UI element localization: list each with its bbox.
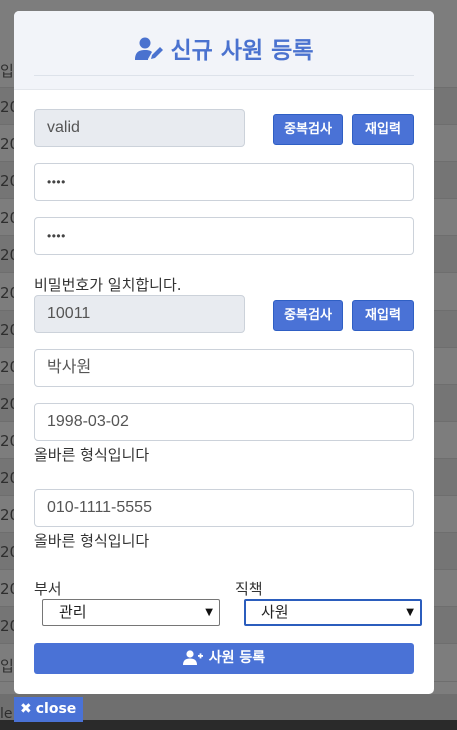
background-cell: 입: [0, 62, 14, 80]
chevron-down-icon: ▼: [406, 607, 414, 618]
background-cell: 20: [0, 283, 14, 302]
register-employee-button-label: 사원 등록: [208, 650, 266, 666]
background-cell: 20: [0, 469, 14, 487]
password-match-message: 비밀번호가 일치합니다.: [34, 276, 182, 294]
id-check-duplicate-button[interactable]: 중복검사: [273, 114, 343, 145]
register-employee-modal: 신규 사원 등록 valid 중복검사 재입력 •••• •••• 비밀번호가 …: [14, 11, 434, 694]
id-input[interactable]: valid: [34, 109, 245, 147]
background-cell: 입: [0, 656, 14, 675]
modal-title: 신규 사원 등록: [14, 31, 434, 67]
position-label: 직책: [235, 580, 263, 598]
user-plus-icon: [182, 650, 203, 665]
employee-number-input[interactable]: 10011: [34, 295, 245, 333]
background-cell: 20: [0, 209, 14, 228]
background-cell: 20: [0, 135, 14, 154]
modal-header: 신규 사원 등록: [14, 11, 434, 89]
department-label: 부서: [34, 580, 62, 598]
background-cell: 20: [0, 431, 14, 450]
phone-valid-message: 올바른 형식입니다: [34, 532, 150, 550]
birth-date-valid-message: 올바른 형식입니다: [34, 446, 150, 464]
position-select[interactable]: 사원 ▼: [244, 599, 422, 626]
header-divider: [34, 75, 414, 76]
department-selected-value: 관리: [59, 603, 87, 621]
background-cell: 20: [0, 357, 14, 376]
background-cell: 20: [0, 98, 14, 116]
close-icon: ✖: [20, 701, 32, 717]
background-cell: 20: [0, 394, 14, 413]
employee-number-check-duplicate-button[interactable]: 중복검사: [273, 300, 343, 331]
background-cell: 20: [0, 543, 14, 562]
background-cell: 20: [0, 617, 14, 636]
phone-input[interactable]: 010-1111-5555: [34, 489, 414, 527]
position-selected-value: 사원: [261, 603, 289, 621]
background-cell: 20: [0, 246, 14, 265]
modal-title-text: 신규 사원 등록: [170, 38, 314, 64]
close-button-label: close: [35, 701, 77, 717]
department-select[interactable]: 관리 ▼: [42, 599, 220, 626]
background-cell: 20: [0, 580, 14, 599]
name-input[interactable]: 박사원: [34, 349, 414, 387]
birth-date-input[interactable]: 1998-03-02: [34, 403, 414, 441]
employee-number-reenter-button[interactable]: 재입력: [352, 300, 414, 331]
chevron-down-icon: ▼: [205, 607, 213, 618]
header-separator: [14, 89, 434, 90]
user-edit-icon: [134, 37, 165, 67]
background-cell: 20: [0, 320, 14, 339]
background-cell: 20: [0, 506, 14, 525]
register-employee-button[interactable]: 사원 등록: [34, 643, 414, 674]
close-button[interactable]: ✖ close: [14, 697, 83, 722]
password-confirm-input[interactable]: ••••: [34, 217, 414, 255]
password-input[interactable]: ••••: [34, 163, 414, 201]
background-cell: 20: [0, 172, 14, 191]
id-reenter-button[interactable]: 재입력: [352, 114, 414, 145]
